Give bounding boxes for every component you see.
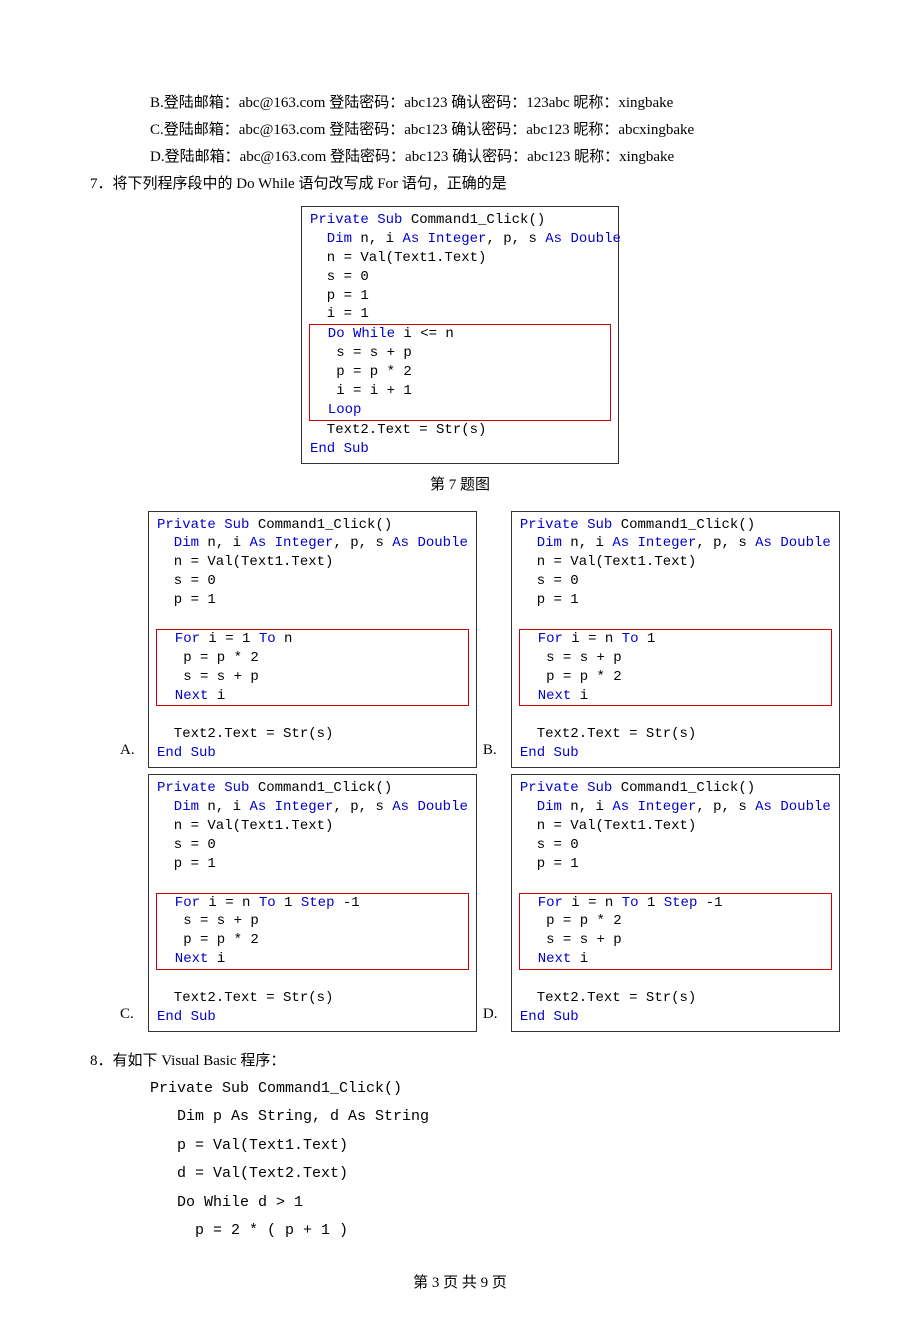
option-b-code: Private Sub Command1_Click() Dim n, i As… <box>511 511 840 769</box>
option-d-code: Private Sub Command1_Click() Dim n, i As… <box>511 774 840 1032</box>
q7-caption: 第 7 题图 <box>90 472 830 499</box>
option-b-text: B.登陆邮箱：abc@163.com 登陆密码：abc123 确认密码：123a… <box>90 90 830 117</box>
red-highlight-a: For i = 1 To n p = p * 2 s = s + p Next … <box>156 629 469 707</box>
red-highlight-c: For i = n To 1 Step -1 s = s + p p = p *… <box>156 893 469 971</box>
question-7-stem: 7．将下列程序段中的 Do While 语句改写成 For 语句，正确的是 <box>90 171 830 198</box>
q7-main-code: Private Sub Command1_Click() Dim n, i As… <box>301 206 619 464</box>
red-highlight-b: For i = n To 1 s = s + p p = p * 2 Next … <box>519 629 832 707</box>
page-footer: 第 3 页 共 9 页 <box>90 1270 830 1297</box>
q7-row-cd: C. Private Sub Command1_Click() Dim n, i… <box>90 774 830 1032</box>
red-highlight-d: For i = n To 1 Step -1 p = p * 2 s = s +… <box>519 893 832 971</box>
option-b-label: B. <box>483 737 505 768</box>
q7-row-ab: A. Private Sub Command1_Click() Dim n, i… <box>90 511 830 769</box>
option-c-text: C.登陆邮箱：abc@163.com 登陆密码：abc123 确认密码：abc1… <box>90 117 830 144</box>
option-d-label: D. <box>483 1001 505 1032</box>
option-a-code: Private Sub Command1_Click() Dim n, i As… <box>148 511 477 769</box>
red-highlight-main: Do While i <= n s = s + p p = p * 2 i = … <box>309 324 611 420</box>
option-c-label: C. <box>120 1001 142 1032</box>
option-c-code: Private Sub Command1_Click() Dim n, i As… <box>148 774 477 1032</box>
page-content: B.登陆邮箱：abc@163.com 登陆密码：abc123 确认密码：123a… <box>0 0 920 1337</box>
option-d-text: D.登陆邮箱：abc@163.com 登陆密码：abc123 确认密码：abc1… <box>90 144 830 171</box>
question-8-code: Private Sub Command1_Click() Dim p As St… <box>90 1075 830 1246</box>
option-a-label: A. <box>120 737 142 768</box>
question-8-stem: 8．有如下 Visual Basic 程序： <box>90 1048 830 1075</box>
